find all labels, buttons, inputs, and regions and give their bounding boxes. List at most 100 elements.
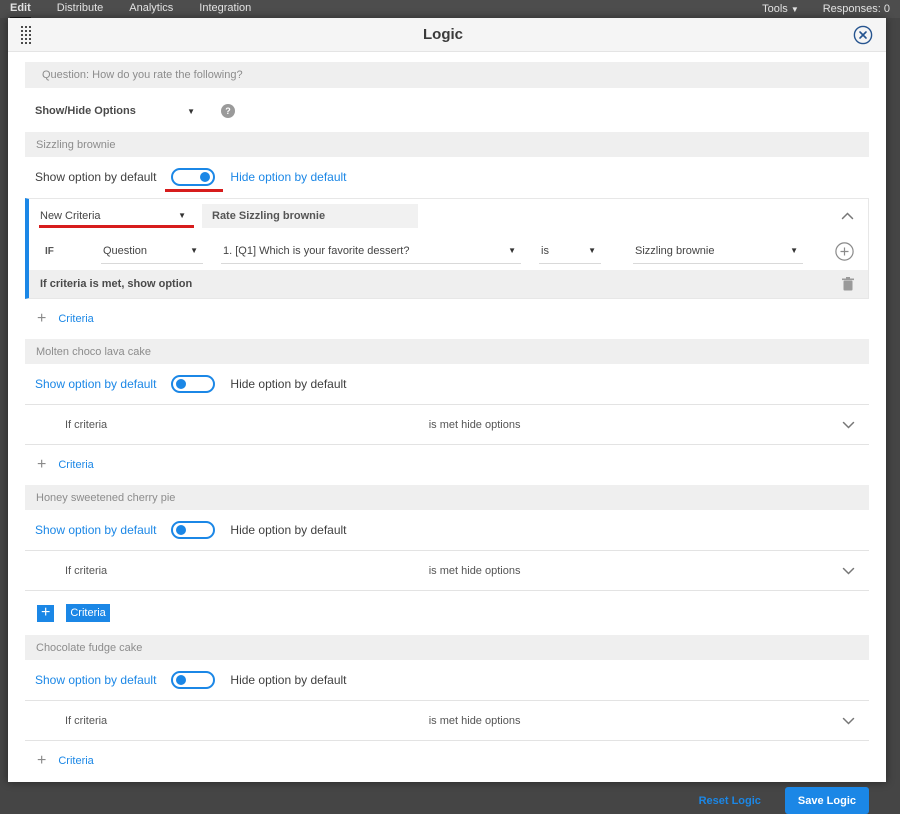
toggle-knob <box>176 525 187 535</box>
annotation-underline <box>39 224 194 228</box>
trash-icon[interactable] <box>842 277 854 291</box>
tab-edit[interactable]: Edit <box>10 0 31 19</box>
field-type-value: Question <box>103 244 148 257</box>
criteria-block-expanded: New Criteria ▼ IF Question ▼ 1. [Q1] Whi… <box>25 198 869 299</box>
toggle-knob <box>176 379 187 389</box>
operator-value: is <box>541 244 549 257</box>
section-name: Chocolate fudge cake <box>36 641 143 654</box>
question-value: 1. [Q1] Which is your favorite dessert? <box>223 244 410 257</box>
collapsed-center-label: is met hide options <box>428 564 521 577</box>
tools-menu[interactable]: Tools ▼ <box>762 1 799 18</box>
toggle-wrap <box>165 168 224 192</box>
section-header-honey-cherry-pie: Honey sweetened cherry pie <box>25 485 869 510</box>
tab-integration[interactable]: Integration <box>199 0 251 19</box>
toggle-wrap <box>171 671 216 689</box>
show-option-label[interactable]: Show option by default <box>35 170 156 184</box>
hide-option-label[interactable]: Hide option by default <box>230 673 346 687</box>
section-name: Molten choco lava cake <box>36 345 151 358</box>
logic-type-row: Show/Hide Options ▼ ? <box>25 98 869 124</box>
section-name: Sizzling brownie <box>36 138 116 151</box>
toggle-row: Show option by default Hide option by de… <box>25 516 869 544</box>
default-visibility-toggle[interactable] <box>171 375 216 393</box>
collapsed-left-label: If criteria <box>65 714 108 727</box>
chevron-down-icon[interactable] <box>842 567 855 575</box>
caret-down-icon: ▼ <box>508 246 516 255</box>
add-criteria-button[interactable]: + Criteria <box>37 456 94 473</box>
modal-header: Logic <box>8 18 886 52</box>
collapsed-left-label: If criteria <box>65 418 108 431</box>
caret-down-icon: ▼ <box>588 246 596 255</box>
question-bar: Question: How do you rate the following? <box>25 62 869 88</box>
reset-logic-link[interactable]: Reset Logic <box>699 795 761 807</box>
tab-distribute[interactable]: Distribute <box>57 0 103 19</box>
section-header-sizzling-brownie: Sizzling brownie <box>25 132 869 157</box>
toggle-knob <box>200 172 211 182</box>
caret-down-icon: ▼ <box>790 4 799 14</box>
modal-title: Logic <box>423 26 463 43</box>
operator-dropdown[interactable]: is ▼ <box>539 238 601 264</box>
close-icon[interactable] <box>853 25 873 45</box>
save-logic-button[interactable]: Save Logic <box>784 787 869 814</box>
collapsed-left-label: If criteria <box>65 564 108 577</box>
add-criteria-button-highlighted[interactable]: + Criteria <box>37 604 110 622</box>
drag-handle-icon[interactable] <box>21 25 33 44</box>
default-visibility-toggle[interactable] <box>171 521 216 539</box>
add-criteria-label: Criteria <box>58 313 94 325</box>
chevron-down-icon[interactable] <box>842 421 855 429</box>
top-nav-right: Tools ▼ Responses: 0 <box>762 1 890 18</box>
tab-analytics[interactable]: Analytics <box>129 0 173 19</box>
add-criteria-button[interactable]: + Criteria <box>37 753 94 769</box>
annotation-underline <box>165 189 224 192</box>
toggle-wrap <box>171 375 216 393</box>
toggle-row: Show option by default Hide option by de… <box>25 370 869 398</box>
section-header-molten-choco: Molten choco lava cake <box>25 339 869 364</box>
help-icon[interactable]: ? <box>221 104 235 118</box>
collapsed-center-label: is met hide options <box>428 418 521 431</box>
plus-circle-icon[interactable] <box>835 241 854 261</box>
plus-icon: + <box>37 456 47 473</box>
default-visibility-toggle[interactable] <box>171 168 216 186</box>
hide-option-label[interactable]: Hide option by default <box>230 523 346 537</box>
field-type-dropdown[interactable]: Question ▼ <box>101 238 203 264</box>
collapsed-criteria-row[interactable]: If criteria is met hide options <box>25 404 869 445</box>
chevron-up-icon[interactable] <box>841 211 854 220</box>
chevron-down-icon[interactable] <box>842 717 855 725</box>
collapsed-criteria-row[interactable]: If criteria is met hide options <box>25 700 869 741</box>
modal-footer: Reset Logic Save Logic <box>25 787 869 814</box>
criteria-action-label: If criteria is met, show option <box>40 278 193 290</box>
add-criteria-label: Criteria <box>58 459 94 471</box>
toggle-wrap <box>171 521 216 539</box>
hide-option-link[interactable]: Hide option by default <box>230 170 346 184</box>
tools-label: Tools <box>762 2 788 15</box>
logic-type-dropdown[interactable]: Show/Hide Options ▼ <box>35 105 195 117</box>
show-option-link[interactable]: Show option by default <box>35 377 156 391</box>
toggle-knob <box>176 675 187 685</box>
criteria-description-input[interactable] <box>202 203 418 228</box>
question-label: Question: How do you rate the following? <box>42 69 243 81</box>
show-option-link[interactable]: Show option by default <box>35 673 156 687</box>
plus-icon: + <box>37 310 47 327</box>
hide-option-label[interactable]: Hide option by default <box>230 377 346 391</box>
caret-down-icon: ▼ <box>190 246 198 255</box>
criteria-condition-row: IF Question ▼ 1. [Q1] Which is your favo… <box>29 232 868 270</box>
add-criteria-label: Criteria <box>58 755 94 767</box>
caret-down-icon: ▼ <box>178 211 186 220</box>
criteria-block-header: New Criteria ▼ <box>29 199 868 232</box>
answer-value-dropdown[interactable]: Sizzling brownie ▼ <box>633 238 803 264</box>
collapsed-criteria-row[interactable]: If criteria is met hide options <box>25 550 869 591</box>
top-nav-tabs: Edit Distribute Analytics Integration <box>10 0 251 19</box>
collapsed-center-label: is met hide options <box>428 714 521 727</box>
toggle-row: Show option by default Hide option by de… <box>25 163 869 192</box>
top-nav-bar: Edit Distribute Analytics Integration To… <box>0 0 900 19</box>
plus-icon: + <box>37 604 55 622</box>
if-label: IF <box>45 245 54 257</box>
add-criteria-button[interactable]: + Criteria <box>37 310 94 327</box>
question-dropdown[interactable]: 1. [Q1] Which is your favorite dessert? … <box>221 238 521 264</box>
default-visibility-toggle[interactable] <box>171 671 216 689</box>
criteria-action-bar: If criteria is met, show option <box>29 270 868 298</box>
show-option-link[interactable]: Show option by default <box>35 523 156 537</box>
toggle-row: Show option by default Hide option by de… <box>25 666 869 694</box>
criteria-name-dropdown[interactable]: New Criteria ▼ <box>39 210 194 228</box>
add-criteria-label: Criteria <box>66 604 110 622</box>
logic-type-value: Show/Hide Options <box>35 105 136 117</box>
